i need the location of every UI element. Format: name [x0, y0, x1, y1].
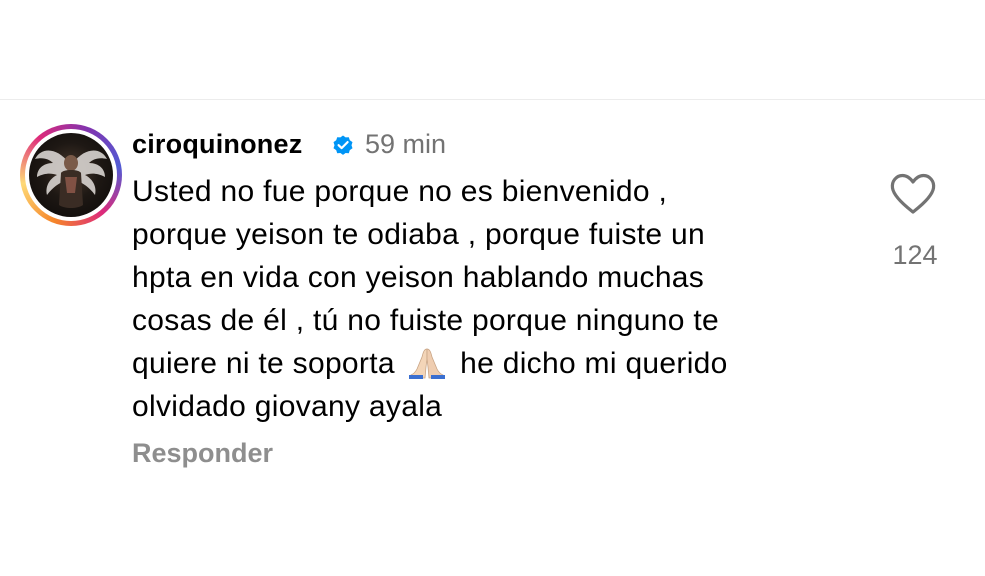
- comment-line: quiere ni te soporta he dicho mi querido: [132, 342, 852, 385]
- comment-line: porque yeison te odiaba , porque fuiste …: [132, 218, 706, 251]
- comment-line-part: he dicho mi querido: [451, 347, 728, 380]
- heart-outline-icon[interactable]: [888, 172, 938, 216]
- comment-username[interactable]: ciroquinonez: [132, 127, 302, 161]
- comment-timestamp: 59 min: [365, 129, 447, 159]
- comment-line: cosas de él , tú no fuiste porque ningun…: [132, 304, 719, 337]
- folded-hands-emoji-icon: [407, 345, 447, 379]
- comment-text: Usted no fue porque no es bienvenido , p…: [132, 170, 852, 428]
- verified-badge-icon: [331, 133, 355, 157]
- avatar[interactable]: [20, 124, 122, 226]
- comment-line: Usted no fue porque no es bienvenido ,: [132, 175, 668, 208]
- comment-line: olvidado giovany ayala: [132, 390, 443, 423]
- comment-line: hpta en vida con yeison hablando muchas: [132, 261, 705, 294]
- reply-button[interactable]: Responder: [132, 436, 273, 470]
- comment-line-part: quiere ni te soporta: [132, 347, 404, 380]
- like-count: 124: [892, 240, 938, 270]
- avatar-image: [29, 133, 113, 217]
